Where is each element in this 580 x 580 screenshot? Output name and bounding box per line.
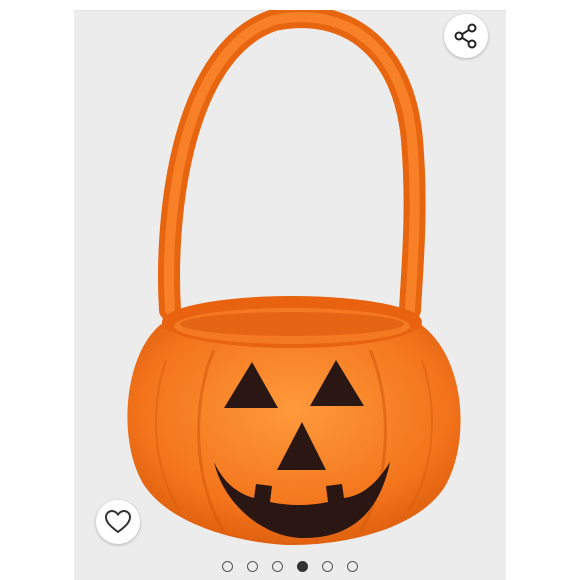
carousel-dot-2[interactable] (247, 560, 258, 572)
carousel-dot-4[interactable] (297, 560, 308, 572)
product-image[interactable] (74, 10, 506, 550)
carousel-dot-1[interactable] (222, 560, 233, 572)
carousel-dot-3[interactable] (272, 560, 283, 572)
carousel-dot-6[interactable] (347, 560, 358, 572)
carousel-indicators (74, 556, 506, 576)
carousel-dot-5[interactable] (322, 560, 333, 572)
share-icon (454, 23, 477, 49)
like-button[interactable] (96, 500, 140, 544)
heart-icon (104, 509, 132, 534)
product-gallery (74, 0, 506, 580)
share-button[interactable] (444, 14, 488, 58)
